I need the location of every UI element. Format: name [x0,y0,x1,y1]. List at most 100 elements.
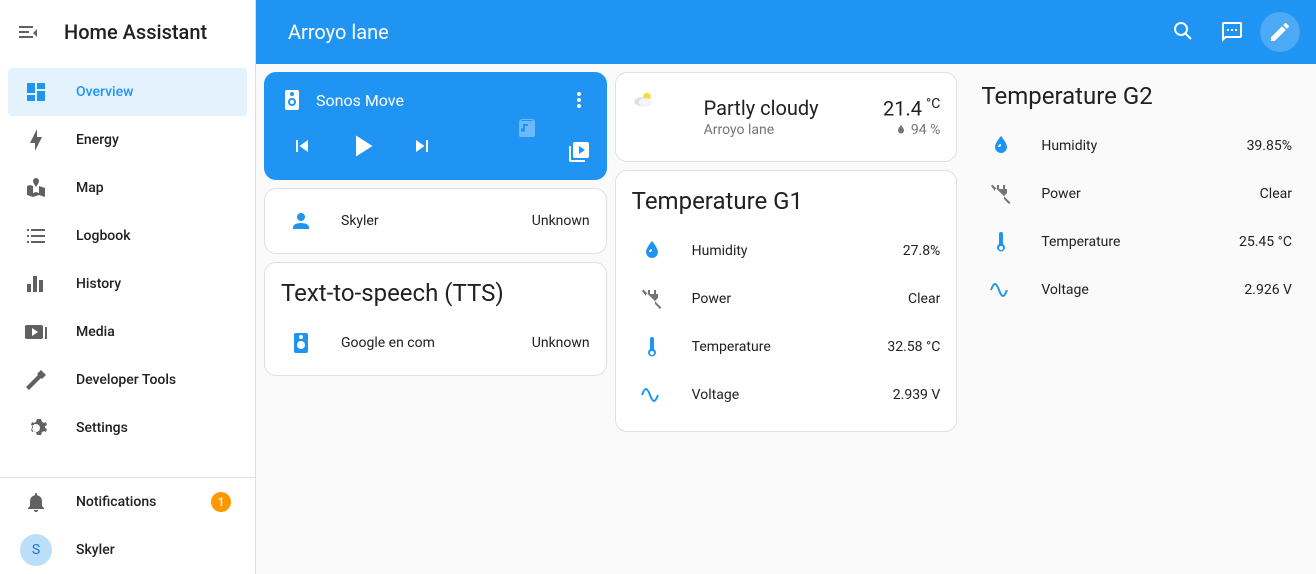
menu-toggle-button[interactable] [16,20,40,44]
entity-row-voltage[interactable]: Voltage 2.939 V [616,371,957,419]
search-icon [1172,20,1196,44]
entity-name: Temperature [692,339,868,355]
weather-humidity: 94 % [883,122,940,138]
dashboard-content: Sonos Move Skyler Unknown [256,64,1316,574]
thermometer-icon [981,222,1021,262]
sidebar-item-energy[interactable]: Energy [8,116,247,164]
nav: Overview Energy Map Logbook History Medi… [0,64,255,477]
sidebar-item-notifications[interactable]: Notifications 1 [8,478,247,526]
entity-name: Humidity [692,243,883,259]
sidebar-bottom: Notifications 1 S Skyler [0,477,255,574]
entity-name: Humidity [1041,138,1226,154]
sidebar-item-map[interactable]: Map [8,164,247,212]
card-title: Temperature G2 [965,72,1308,122]
lightning-icon [24,128,48,152]
entity-value: 39.85% [1247,138,1292,154]
column-3: Temperature G2 Humidity 39.85% Power Cle… [965,72,1308,432]
entity-row-power[interactable]: Power Clear [965,170,1308,218]
browse-media-button[interactable] [565,138,593,166]
sidebar-item-overview[interactable]: Overview [8,68,247,116]
chat-icon [1220,20,1244,44]
entity-name: Power [1041,186,1239,202]
entity-name: Skyler [341,213,512,229]
sine-wave-icon [632,375,672,415]
entity-name: Temperature [1041,234,1219,250]
previous-track-button[interactable] [284,128,320,164]
sidebar-item-label: Media [76,324,115,340]
sidebar-item-logbook[interactable]: Logbook [8,212,247,260]
weather-card[interactable]: Partly cloudy Arroyo lane 21.4°C 94 % [615,72,958,162]
dashboard-icon [24,80,48,104]
media-icon [24,320,48,344]
sidebar-item-label: Settings [76,420,128,436]
sidebar-item-devtools[interactable]: Developer Tools [8,356,247,404]
weather-temperature: 21.4°C [883,96,940,121]
temperature-g1-card: Temperature G1 Humidity 27.8% Power Clea… [615,170,958,432]
app-title: Home Assistant [64,20,207,44]
sidebar-item-settings[interactable]: Settings [8,404,247,452]
bell-icon [24,490,48,514]
entity-value: 2.939 V [893,387,941,403]
column-2: Partly cloudy Arroyo lane 21.4°C 94 % [615,72,958,432]
entity-row-voltage[interactable]: Voltage 2.926 V [965,266,1308,314]
topbar: Arroyo lane [256,0,1316,64]
temperature-g2-card: Temperature G2 Humidity 39.85% Power Cle… [965,72,1308,326]
sidebar-item-label: History [76,276,121,292]
logbook-icon [24,224,48,248]
partly-cloudy-icon [632,89,688,145]
next-track-button[interactable] [404,128,440,164]
sidebar-item-label: Developer Tools [76,372,176,388]
person-icon [281,201,321,241]
media-player-card[interactable]: Sonos Move [264,72,607,180]
topbar-actions [1164,12,1300,52]
entity-row-humidity[interactable]: Humidity 39.85% [965,122,1308,170]
media-menu-button[interactable] [567,88,591,112]
entity-value: Unknown [532,213,590,229]
thermometer-icon [632,327,672,367]
sidebar-item-label: Map [76,180,104,196]
sidebar-item-history[interactable]: History [8,260,247,308]
sidebar-item-label: Logbook [76,228,131,244]
entity-row-humidity[interactable]: Humidity 27.8% [616,227,957,275]
sidebar-item-label: Notifications [76,494,156,510]
notifications-badge: 1 [211,492,231,512]
speaker-icon [280,88,304,112]
sidebar-item-user[interactable]: S Skyler [8,526,247,574]
play-button[interactable] [344,128,380,164]
search-button[interactable] [1164,12,1204,52]
tts-entity-row[interactable]: Google en com Unknown [265,319,606,367]
power-plug-off-icon [632,279,672,319]
entity-row-temperature[interactable]: Temperature 32.58 °C [616,323,957,371]
entity-value: Clear [1260,186,1292,202]
entity-row-temperature[interactable]: Temperature 25.45 °C [965,218,1308,266]
pencil-icon [1268,20,1292,44]
person-card[interactable]: Skyler Unknown [264,188,607,254]
main: Arroyo lane [256,0,1316,574]
tts-speaker-icon [281,323,321,363]
water-drop-icon [981,126,1021,166]
edit-dashboard-button[interactable] [1260,12,1300,52]
avatar: S [20,534,52,566]
sidebar-header: Home Assistant [0,0,255,64]
sidebar-item-label: Energy [76,132,119,148]
entity-value: Clear [908,291,940,307]
weather-temp-unit: °C [926,96,940,112]
assist-button[interactable] [1212,12,1252,52]
entity-value: 27.8% [903,243,941,259]
card-title: Text-to-speech (TTS) [265,263,606,319]
sidebar: Home Assistant Overview Energy Map Logbo… [0,0,256,574]
sidebar-item-media[interactable]: Media [8,308,247,356]
entity-value: 25.45 °C [1239,234,1292,250]
entity-value: Unknown [532,335,590,351]
power-plug-off-icon [981,174,1021,214]
entity-value: 32.58 °C [887,339,940,355]
map-icon [24,176,48,200]
weather-temp-value: 21.4 [883,96,922,120]
hammer-icon [24,368,48,392]
entity-row-power[interactable]: Power Clear [616,275,957,323]
weather-location: Arroyo lane [704,122,867,138]
entity-name: Power [692,291,888,307]
page-title: Arroyo lane [272,20,389,44]
water-drop-icon [632,231,672,271]
entity-name: Voltage [1041,282,1224,298]
